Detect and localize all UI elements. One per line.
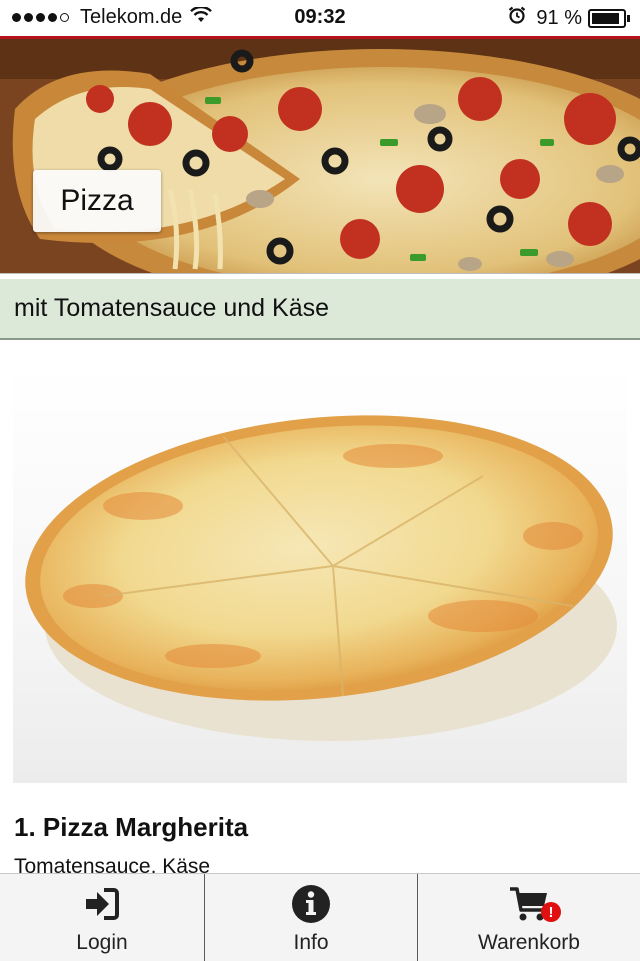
- alarm-icon: [508, 6, 526, 30]
- battery-percentage: 91 %: [536, 6, 582, 29]
- category-hero-banner: Pizza: [0, 39, 640, 273]
- tab-login[interactable]: Login: [0, 874, 205, 961]
- tab-warenkorb[interactable]: ! Warenkorb: [418, 874, 640, 961]
- category-subtitle: mit Tomatensauce und Käse: [0, 279, 640, 340]
- product-title[interactable]: 1. Pizza Margherita: [14, 812, 248, 843]
- status-right: 91 %: [508, 6, 630, 30]
- info-icon: [291, 884, 331, 924]
- battery-fill: [592, 12, 620, 24]
- bottom-tab-bar: Login Info ! Warenkorb: [0, 873, 640, 961]
- pizza-margherita-photo: [25, 415, 617, 741]
- tab-info[interactable]: Info: [205, 874, 418, 961]
- battery-nub: [627, 14, 630, 22]
- tab-login-label: Login: [76, 931, 128, 954]
- cart-alert-badge: !: [541, 902, 561, 922]
- tab-warenkorb-label: Warenkorb: [478, 931, 580, 954]
- divider: [0, 273, 640, 274]
- category-title-button[interactable]: Pizza: [33, 170, 161, 232]
- tab-info-label: Info: [293, 931, 329, 954]
- pizza-banner-photo: [0, 39, 640, 273]
- product-image[interactable]: [13, 366, 627, 783]
- login-icon: [82, 884, 122, 924]
- cart-icon: !: [509, 884, 561, 924]
- battery-icon: [588, 8, 626, 28]
- status-bar: Telekom.de 09:32 91 %: [0, 0, 640, 36]
